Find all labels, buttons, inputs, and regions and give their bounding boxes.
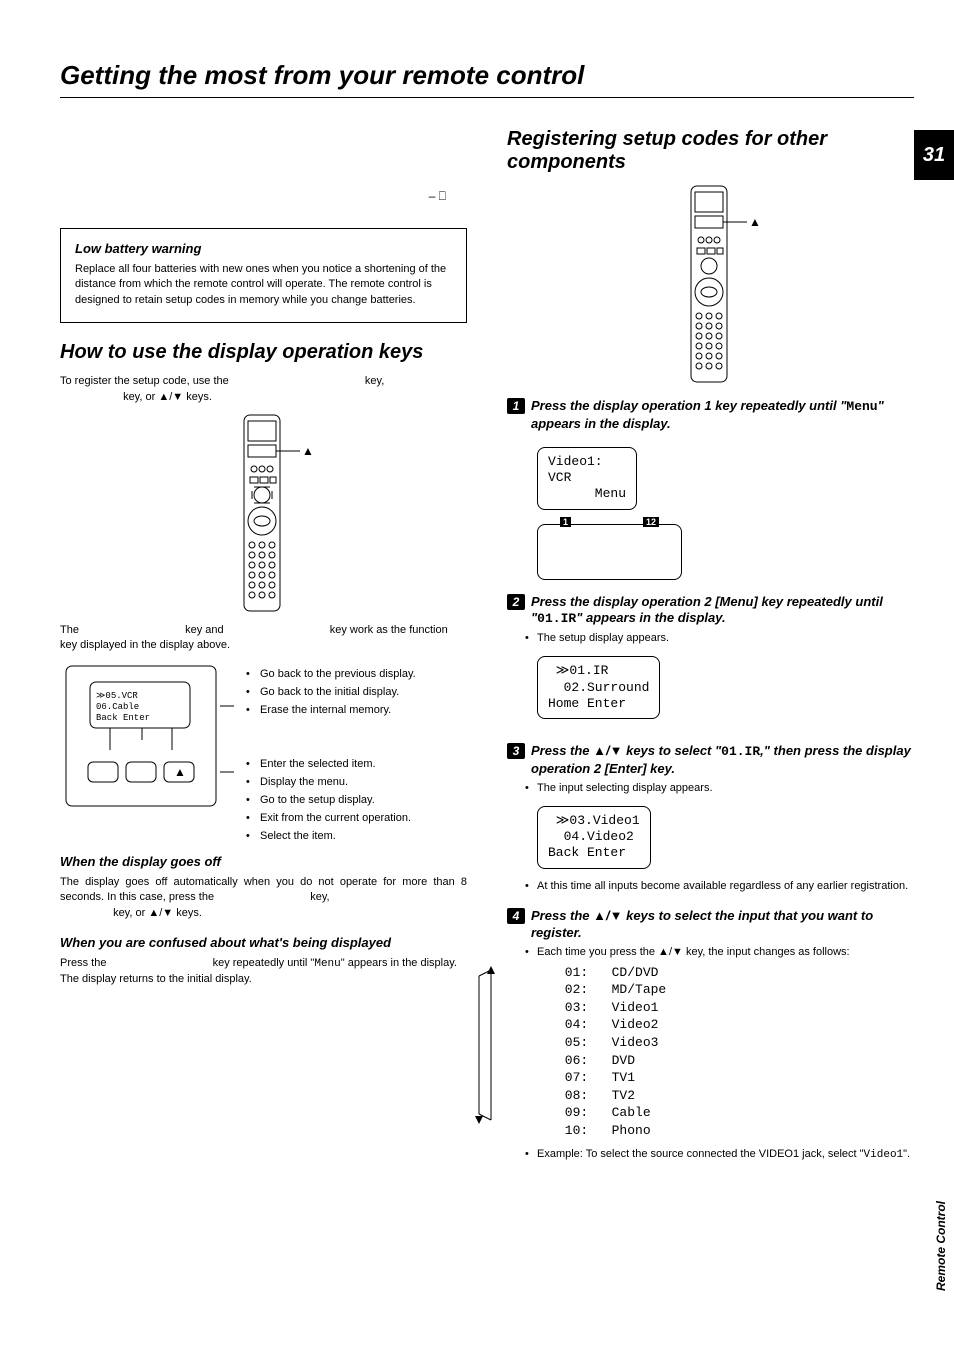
example-line: Example: To select the source connected …	[507, 1147, 914, 1163]
page-number-tab: 31	[914, 130, 954, 180]
remote-display-diagram: ≫05.VCR 06.Cable Back Enter ▲ Go back to…	[60, 662, 467, 842]
s1a: Press the display operation 1 key repeat…	[531, 398, 846, 413]
svg-text:▲ ▼: ▲ ▼	[749, 215, 761, 229]
op-key-box: 1 12	[537, 524, 682, 580]
go-b: key,	[310, 891, 329, 903]
page-number: 31	[923, 144, 945, 167]
svg-text:▲ ▼: ▲ ▼	[302, 444, 314, 458]
low-battery-body: Replace all four batteries with new ones…	[75, 262, 452, 308]
go-a: The display goes off automatically when …	[60, 876, 467, 903]
s2b: " appears in the display.	[576, 610, 725, 625]
left-column: – ⎕ Low battery warning Replace all four…	[60, 128, 467, 1166]
op-key-1-label: 1	[560, 517, 571, 527]
register-heading: Registering setup codes for other compon…	[507, 128, 914, 174]
step-2: 2 Press the display operation 2 [Menu] k…	[507, 594, 914, 629]
s1m: Menu	[846, 399, 877, 414]
svg-text:▲: ▲	[174, 765, 186, 779]
right-bullet-5: Select the item.	[246, 830, 467, 842]
howto-intro-b: key,	[365, 375, 384, 387]
ex-c: Video1	[864, 1149, 904, 1161]
step-num-2: 2	[507, 594, 525, 610]
remote-illustration: ▲ ▼	[214, 413, 314, 613]
page-title: Getting the most from your remote contro…	[60, 60, 914, 98]
step4-bullet: Each time you press the ▲/▼ key, the inp…	[507, 946, 914, 958]
howto-intro-c: key, or ▲/▼ keys.	[123, 391, 212, 403]
left-bullet-2: Go back to the initial display.	[246, 686, 467, 698]
cf-b: key repeatedly until "	[213, 957, 315, 969]
s3c: 01.IR	[721, 744, 760, 759]
svg-text:06.Cable: 06.Cable	[96, 702, 139, 712]
input-list: 01: CD/DVD 02: MD/Tape 03: Video1 04: Vi…	[557, 964, 914, 1139]
side-section-label: Remote Control	[934, 1201, 948, 1291]
fl-b: key and	[185, 624, 227, 636]
battery-icon: – ⎕	[429, 189, 446, 204]
ex-b: ".	[903, 1148, 910, 1160]
step-1: 1 Press the display operation 1 key repe…	[507, 398, 914, 433]
op-key-2-label: 12	[643, 517, 659, 527]
howto-intro-a: To register the setup code, use the	[60, 375, 232, 387]
s4: Press the ▲/▼ keys to select the input t…	[531, 908, 873, 940]
right-column: Registering setup codes for other compon…	[507, 128, 914, 1166]
ex-a: Example: To select the source connected …	[537, 1148, 864, 1160]
display-mock-1: Video1: VCR Menu	[537, 447, 637, 510]
display-mock-2: ≫01.IR 02.Surround Home Enter	[537, 656, 660, 719]
step3-bullet: The input selecting display appears.	[507, 782, 914, 794]
low-battery-heading: Low battery warning	[75, 241, 452, 256]
fl-a: The	[60, 624, 82, 636]
s2c: 01.IR	[537, 611, 576, 626]
go-c: key, or ▲/▼ keys.	[113, 907, 202, 919]
step-num-1: 1	[507, 398, 525, 414]
right-bullet-3: Go to the setup display.	[246, 794, 467, 806]
cf-c: " appears in the display.	[341, 957, 457, 969]
step-num-4: 4	[507, 908, 525, 924]
cf-d: The display returns to the initial displ…	[60, 973, 252, 985]
svg-text:Back Enter: Back Enter	[96, 713, 150, 723]
goes-off-heading: When the display goes off	[60, 854, 467, 869]
right-bullet-4: Exit from the current operation.	[246, 812, 467, 824]
step3-note: At this time all inputs become available…	[507, 879, 914, 894]
howto-heading: How to use the display operation keys	[60, 341, 467, 364]
display-mock-3: ≫03.Video1 04.Video2 Back Enter	[537, 806, 651, 869]
step2-bullet: The setup display appears.	[507, 632, 914, 644]
s3a: Press the ▲/▼ keys to select "	[531, 743, 721, 758]
low-battery-box: – ⎕ Low battery warning Replace all four…	[60, 228, 467, 323]
howto-intro: To register the setup code, use the key,…	[60, 374, 467, 405]
step-4: 4 Press the ▲/▼ keys to select the input…	[507, 908, 914, 942]
right-bullet-2: Display the menu.	[246, 776, 467, 788]
svg-text:≫05.VCR: ≫05.VCR	[96, 691, 138, 701]
remote-closeup: ≫05.VCR 06.Cable Back Enter ▲	[60, 662, 240, 812]
left-bullet-3: Erase the internal memory.	[246, 704, 467, 716]
fl-c: key work as the function key displayed i…	[60, 624, 448, 651]
howto-funcline: The key and key work as the function key…	[60, 623, 467, 654]
left-bullet-1: Go back to the previous display.	[246, 668, 467, 680]
cf-menu: Menu	[314, 958, 340, 970]
step-3: 3 Press the ▲/▼ keys to select "01.IR," …	[507, 743, 914, 778]
confused-body: Press the key repeatedly until "Menu" ap…	[60, 956, 467, 988]
cycle-arrows-icon	[473, 964, 503, 1128]
goes-off-body: The display goes off automatically when …	[60, 875, 467, 921]
right-bullet-1: Enter the selected item.	[246, 758, 467, 770]
confused-heading: When you are confused about what's being…	[60, 935, 467, 950]
remote-illustration-right: ▲ ▼	[661, 184, 761, 384]
step-num-3: 3	[507, 743, 525, 759]
cf-a: Press the	[60, 957, 110, 969]
